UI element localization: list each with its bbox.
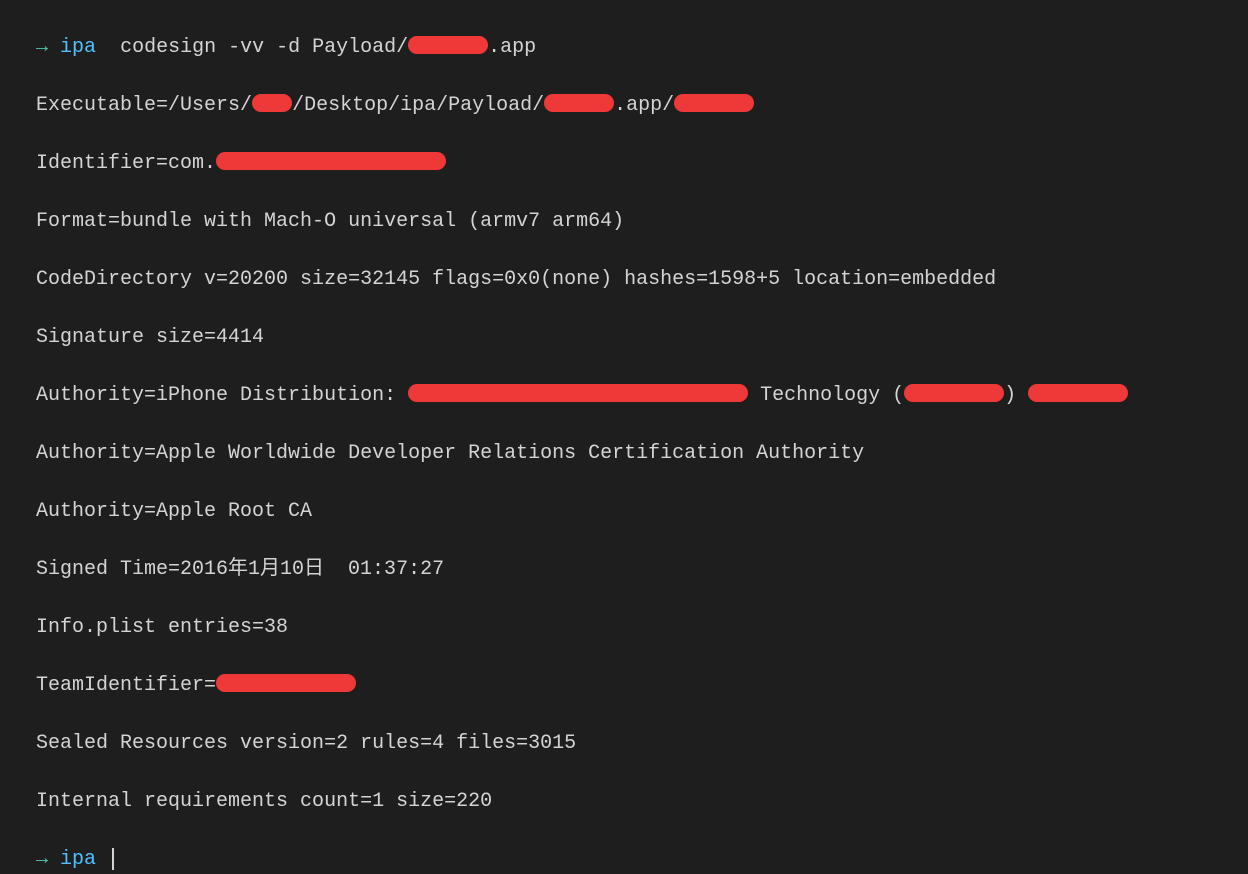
- command-suffix: .app: [488, 36, 536, 59]
- prompt-arrow: →: [36, 848, 48, 871]
- output-format: Format=bundle with Mach-O universal (arm…: [12, 178, 1236, 236]
- output-codedirectory: CodeDirectory v=20200 size=32145 flags=0…: [12, 236, 1236, 294]
- redaction-mark: [408, 36, 488, 54]
- output-executable: Executable=/Users//Desktop/ipa/Payload/.…: [12, 62, 1236, 120]
- prompt-directory: ipa: [60, 848, 96, 871]
- output-internal: Internal requirements count=1 size=220: [12, 758, 1236, 816]
- output-sealed: Sealed Resources version=2 rules=4 files…: [12, 700, 1236, 758]
- prompt-line-2[interactable]: → ipa: [12, 816, 1236, 874]
- output-authority-2: Authority=Apple Worldwide Developer Rela…: [12, 410, 1236, 468]
- output-teamidentifier: TeamIdentifier=: [12, 642, 1236, 700]
- prompt-arrow: →: [36, 36, 48, 59]
- prompt-line-1[interactable]: → ipa codesign -vv -d Payload/ .app: [12, 4, 1236, 62]
- output-identifier: Identifier=com.: [12, 120, 1236, 178]
- redaction-mark: [904, 384, 1004, 402]
- redaction-mark: [674, 94, 754, 112]
- output-signed-time: Signed Time=2016年1月10日 01:37:27: [12, 526, 1236, 584]
- redaction-mark: [216, 674, 356, 692]
- redaction-mark: [544, 94, 614, 112]
- redaction-mark: [216, 152, 446, 170]
- redaction-mark: [408, 384, 748, 402]
- output-authority-3: Authority=Apple Root CA: [12, 468, 1236, 526]
- output-infoplist: Info.plist entries=38: [12, 584, 1236, 642]
- terminal-cursor: [112, 848, 114, 870]
- prompt-directory: ipa: [60, 36, 96, 59]
- output-signature-size: Signature size=4414: [12, 294, 1236, 352]
- output-authority-1: Authority=iPhone Distribution: Technolog…: [12, 352, 1236, 410]
- redaction-mark: [252, 94, 292, 112]
- command-text: codesign -vv -d Payload/: [120, 36, 408, 59]
- redaction-mark: [1028, 384, 1128, 402]
